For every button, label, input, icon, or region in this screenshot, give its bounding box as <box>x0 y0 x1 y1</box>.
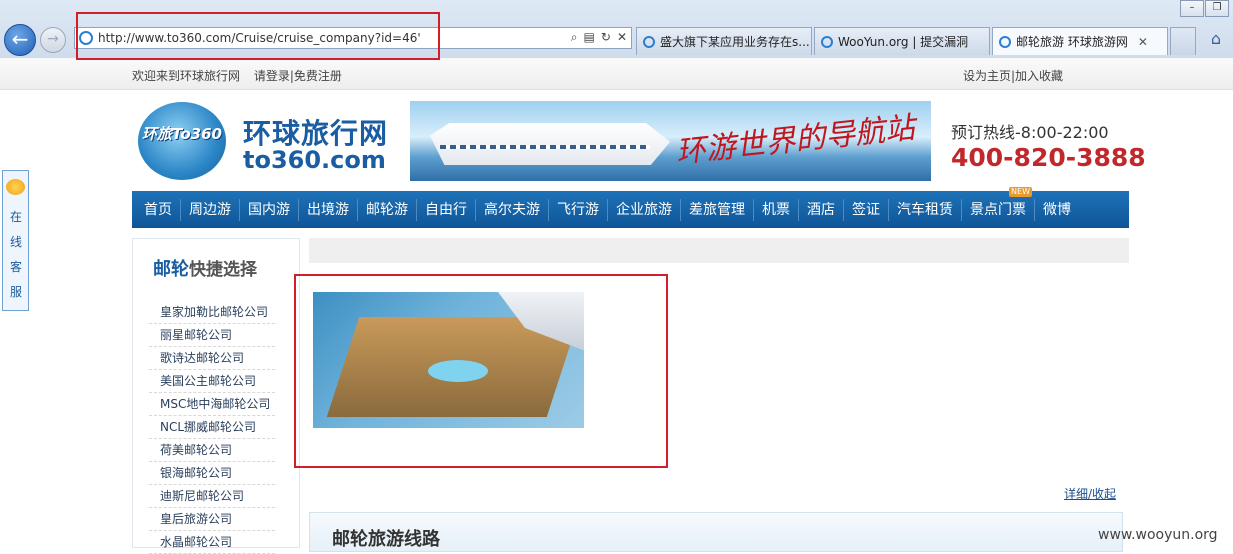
nav-item[interactable]: 首页 <box>136 198 181 221</box>
welcome-text: 欢迎来到环球旅行网 <box>132 69 241 83</box>
cruise-banner[interactable]: 环游世界的导航站 <box>410 101 931 181</box>
refresh-icon[interactable]: ↻ <box>601 30 611 45</box>
minimize-icon[interactable]: – <box>1180 0 1204 17</box>
ie-tab-icon <box>821 35 833 48</box>
image-highlight-box <box>294 274 668 468</box>
nav-item[interactable]: 企业旅游 <box>608 198 681 221</box>
nav-item[interactable]: 差旅管理 <box>681 198 754 221</box>
hotline-number: 400-820-3888 <box>951 143 1146 172</box>
tab-to360-active[interactable]: 邮轮旅游 环球旅游网 ✕ <box>992 27 1168 55</box>
section-title: 邮轮旅游线路 <box>332 529 440 550</box>
online-service-button[interactable]: 在线客服 <box>2 170 29 311</box>
cruise-company-link[interactable]: NCL挪威邮轮公司 <box>149 416 275 439</box>
set-home-favorites-link[interactable]: 设为主页|加入收藏 <box>963 67 1063 84</box>
back-button[interactable]: ← <box>4 24 36 56</box>
maximize-icon[interactable]: ❐ <box>1205 0 1229 17</box>
address-tools: ⌕ ▤ ↻ ✕ <box>565 30 627 45</box>
cruise-company-link[interactable]: 迪斯尼邮轮公司 <box>149 485 275 508</box>
cruise-company-link[interactable]: 水晶邮轮公司 <box>149 531 275 554</box>
home-icon[interactable]: ⌂ <box>1206 30 1226 48</box>
nav-item[interactable]: 出境游 <box>299 198 358 221</box>
compat-view-icon[interactable]: ▤ <box>584 30 595 45</box>
nav-item[interactable]: 机票 <box>754 198 799 221</box>
nav-item[interactable]: 周边游 <box>181 198 240 221</box>
sidebar-title-a: 邮轮 <box>153 259 189 280</box>
ship-windows <box>440 145 650 149</box>
cruise-company-list: 皇家加勒比邮轮公司 丽星邮轮公司 歌诗达邮轮公司 美国公主邮轮公司 MSC地中海邮轮公司… <box>149 301 275 554</box>
forward-button[interactable]: → <box>40 27 66 53</box>
chat-icon <box>6 179 25 195</box>
cruise-company-link[interactable]: 皇家加勒比邮轮公司 <box>149 301 275 324</box>
close-tab-icon[interactable]: ✕ <box>1138 35 1148 49</box>
site-logo[interactable]: 环旅To360 环球旅行网 to360.com <box>135 96 400 184</box>
cruise-company-link[interactable]: 皇后旅游公司 <box>149 508 275 531</box>
cruise-ship-illustration <box>430 123 670 165</box>
search-icon[interactable]: ⌕ <box>571 30 578 45</box>
nav-item[interactable]: 汽车租赁 <box>889 198 962 221</box>
nav-item[interactable]: 邮轮游 <box>358 198 417 221</box>
online-service-label: 在线客服 <box>10 210 23 299</box>
cruise-company-link[interactable]: MSC地中海邮轮公司 <box>149 393 275 416</box>
tab-label: 盛大旗下某应用业务存在s... <box>660 35 810 49</box>
detail-toggle-link[interactable]: 详细/收起 <box>1064 485 1116 502</box>
tab-wooyun-report[interactable]: 盛大旗下某应用业务存在s... <box>636 27 812 55</box>
sidebar-title: 邮轮快捷选择 <box>153 255 257 281</box>
ie-tab-icon <box>999 35 1011 48</box>
url-highlight-box <box>76 12 440 60</box>
cruise-routes-header: 邮轮旅游线路 <box>309 512 1123 552</box>
cruise-company-link[interactable]: 丽星邮轮公司 <box>149 324 275 347</box>
cruise-company-link[interactable]: 银海邮轮公司 <box>149 462 275 485</box>
cruise-company-link[interactable]: 歌诗达邮轮公司 <box>149 347 275 370</box>
site-topbar: 欢迎来到环球旅行网 请登录|免费注册 设为主页|加入收藏 <box>0 58 1233 90</box>
new-badge: NEW <box>1009 186 1032 197</box>
tab-label: WooYun.org | 提交漏洞 <box>838 35 969 49</box>
watermark: www.wooyun.org <box>1098 527 1218 543</box>
nav-item[interactable]: 景点门票 NEW <box>962 186 1035 221</box>
main-nav: 首页 周边游 国内游 出境游 邮轮游 自由行 高尔夫游 飞行游 企业旅游 差旅管理 机票 酒店 签证 汽车… <box>132 186 1129 228</box>
cruise-company-link[interactable]: 美国公主邮轮公司 <box>149 370 275 393</box>
ie-tab-icon <box>643 35 655 48</box>
tab-wooyun-submit[interactable]: WooYun.org | 提交漏洞 <box>814 27 990 55</box>
tab-label: 邮轮旅游 环球旅游网 <box>1016 35 1128 49</box>
content-header-bar <box>309 238 1129 263</box>
nav-item[interactable]: 国内游 <box>240 198 299 221</box>
cruise-quick-select: 邮轮快捷选择 皇家加勒比邮轮公司 丽星邮轮公司 歌诗达邮轮公司 美国公主邮轮公司 MSC… <box>132 238 300 554</box>
nav-item[interactable]: 微博 <box>1035 199 1079 221</box>
stop-icon[interactable]: ✕ <box>617 30 627 45</box>
logo-title-en: to360.com <box>243 146 386 174</box>
login-register-link[interactable]: 请登录|免费注册 <box>254 69 342 83</box>
nav-item[interactable]: 自由行 <box>417 198 476 221</box>
sidebar-title-b: 快捷选择 <box>189 260 257 280</box>
tab-strip: 盛大旗下某应用业务存在s... WooYun.org | 提交漏洞 邮轮旅游 环… <box>636 27 1196 55</box>
logo-badge: 环旅To360 <box>142 125 222 143</box>
cruise-company-link[interactable]: 荷美邮轮公司 <box>149 439 275 462</box>
window-controls: – ❐ <box>1179 0 1229 17</box>
hotline-label: 预订热线-8:00-22:00 <box>951 123 1109 142</box>
banner-slogan: 环游世界的导航站 <box>674 110 917 171</box>
nav-item[interactable]: 高尔夫游 <box>476 198 549 221</box>
nav-item[interactable]: 酒店 <box>799 198 844 221</box>
nav-item[interactable]: 签证 <box>844 198 889 221</box>
topbar-left: 欢迎来到环球旅行网 请登录|免费注册 <box>132 67 352 84</box>
new-tab-button[interactable] <box>1170 27 1196 55</box>
nav-item[interactable]: 飞行游 <box>549 198 608 221</box>
